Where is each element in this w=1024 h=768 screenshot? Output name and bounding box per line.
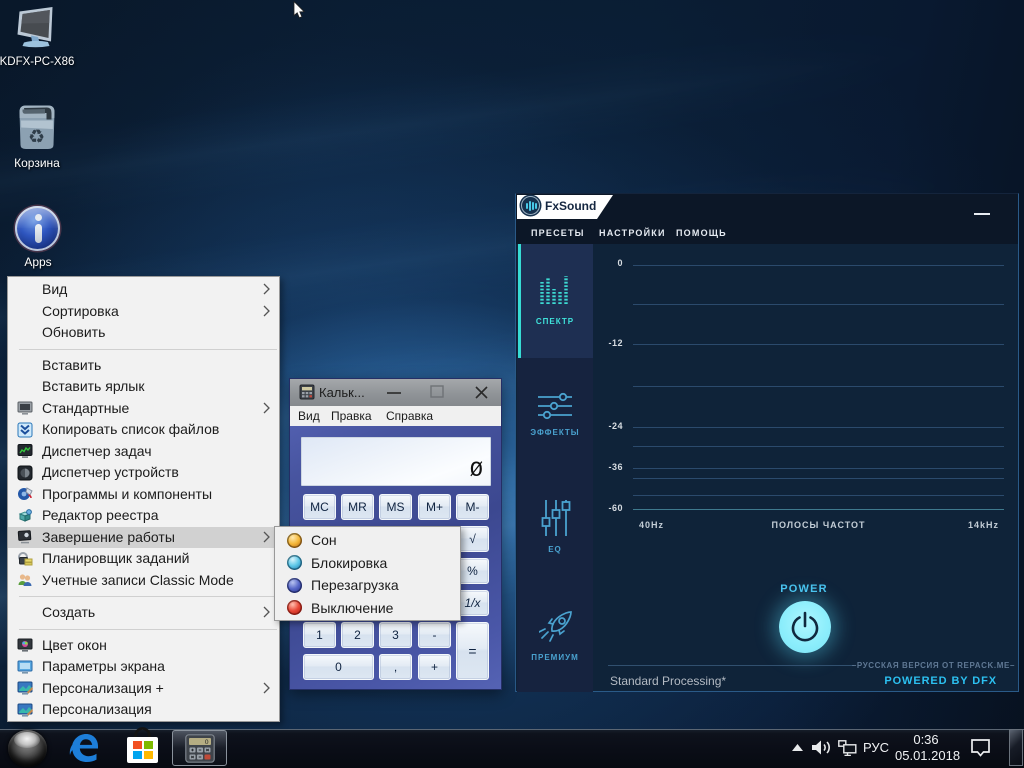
svg-text:♻: ♻ [28, 127, 45, 148]
svg-text:0: 0 [205, 739, 209, 746]
